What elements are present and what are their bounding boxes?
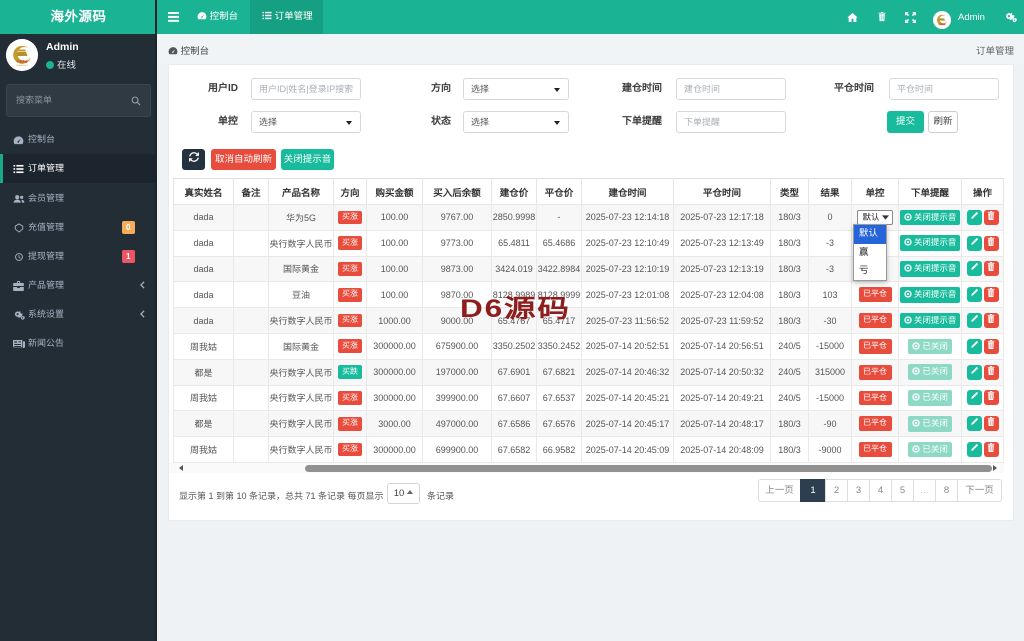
svg-text:中国黄金: 中国黄金 xyxy=(938,23,946,26)
svg-text:CHINA GOLD: CHINA GOLD xyxy=(16,64,29,67)
svg-text:中国黄金: 中国黄金 xyxy=(16,60,27,64)
